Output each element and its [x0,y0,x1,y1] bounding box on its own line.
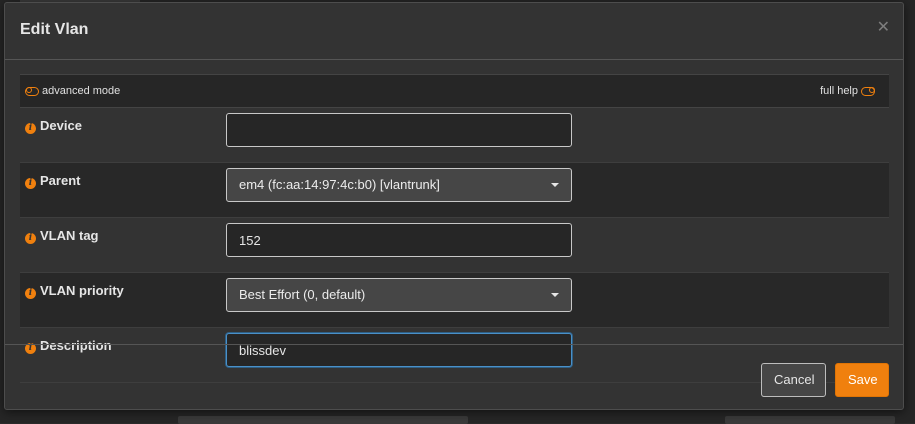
vlan-priority-selected-value: Best Effort (0, default) [239,287,366,302]
vlan-priority-label: VLAN priority [40,283,124,298]
full-help-label: full help [820,85,858,98]
parent-label: Parent [40,173,81,188]
field-label-parent: i Parent [20,162,223,218]
form-row-vlan-tag: i VLAN tag [20,217,889,273]
dialog-header: Edit Vlan ✕ [5,3,903,60]
close-icon[interactable]: ✕ [877,19,890,35]
form-row-vlan-priority: i VLAN priority Best Effort (0, default) [20,272,889,328]
advanced-mode-toggle[interactable]: advanced mode [20,74,223,108]
dialog-body: advanced mode full help i Device i Parent [20,74,889,383]
caret-down-icon [551,183,559,187]
cancel-button[interactable]: Cancel [761,363,826,397]
info-icon[interactable]: i [25,123,36,134]
vlan-tag-input[interactable] [226,223,572,257]
form-row-parent: i Parent em4 (fc:aa:14:97:4c:b0) [vlantru… [20,162,889,218]
info-icon[interactable]: i [25,233,36,244]
field-label-vlan-priority: i VLAN priority [20,272,223,328]
toggle-off-icon [25,86,39,96]
field-label-vlan-tag: i VLAN tag [20,217,223,273]
vlan-priority-select[interactable]: Best Effort (0, default) [226,278,572,312]
device-label: Device [40,118,82,133]
advanced-mode-label: advanced mode [42,85,121,98]
form-row-device: i Device [20,107,889,163]
toggle-off-icon [861,86,875,96]
full-help-toggle[interactable]: full help [223,74,889,108]
info-icon[interactable]: i [25,288,36,299]
vlan-tag-label: VLAN tag [40,228,99,243]
vlan-form: advanced mode full help i Device i Parent [20,74,889,383]
parent-select[interactable]: em4 (fc:aa:14:97:4c:b0) [vlantrunk] [226,168,572,202]
parent-selected-value: em4 (fc:aa:14:97:4c:b0) [vlantrunk] [239,177,440,192]
dialog-footer: Cancel Save [5,344,903,410]
field-label-device: i Device [20,107,223,163]
info-icon[interactable]: i [25,178,36,189]
device-input[interactable] [226,113,572,147]
dialog-title: Edit Vlan [20,21,89,38]
edit-vlan-dialog: Edit Vlan ✕ advanced mode full help i Dev… [4,2,904,410]
form-options-row: advanced mode full help [20,74,889,108]
caret-down-icon [551,293,559,297]
save-button[interactable]: Save [835,363,889,397]
